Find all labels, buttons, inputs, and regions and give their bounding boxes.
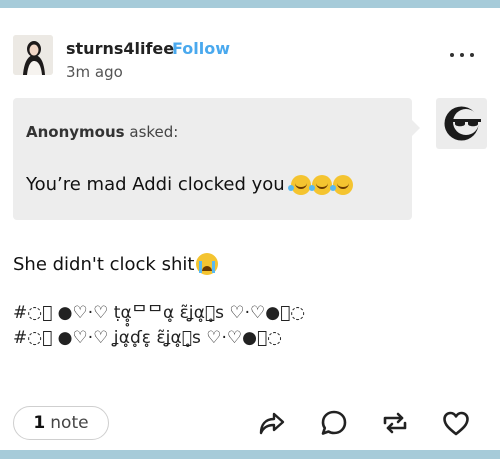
notes-label: note	[50, 413, 89, 433]
avatar[interactable]	[13, 35, 53, 75]
ask-box: Anonymous asked: You’re mad Addi clocked…	[13, 98, 420, 220]
rofl-emoji-icon	[308, 174, 332, 195]
reblog-icon[interactable]	[380, 408, 410, 438]
follow-button[interactable]: Follow	[172, 39, 230, 58]
reply-text: She didn't clock shit	[13, 253, 195, 275]
rofl-emoji-icon	[329, 174, 353, 195]
asker-name[interactable]: Anonymous	[26, 123, 125, 141]
post-reply: She didn't clock shit	[13, 253, 219, 275]
heart-icon[interactable]	[441, 408, 471, 438]
notes-button[interactable]: 1 note	[13, 406, 109, 440]
laughing-emoji-group	[287, 174, 353, 195]
ask-question: You’re mad Addi clocked you	[26, 174, 353, 195]
asked-label: asked:	[129, 123, 179, 141]
more-options-icon[interactable]	[450, 48, 474, 62]
post-username[interactable]: sturns4lifee	[66, 39, 174, 58]
asker-line: Anonymous asked:	[26, 123, 178, 141]
notes-count: 1	[33, 413, 46, 433]
tag-1[interactable]: #◌⃝ ●♡·♡ ṭα̥̥ᄆᄆα̥ ɛ̃ʝα̥ℊ̥ѕ ♡·♡●⃝◌	[13, 298, 305, 323]
post-timestamp: 3m ago	[66, 63, 123, 81]
reply-icon[interactable]	[319, 408, 349, 438]
question-text: You’re mad Addi clocked you	[26, 174, 285, 195]
share-icon[interactable]	[257, 408, 287, 438]
post-card: sturns4lifee Follow 3m ago Anonymous ask…	[0, 8, 500, 450]
rofl-emoji-icon	[287, 174, 311, 195]
anonymous-avatar-icon	[436, 98, 487, 149]
crying-emoji-icon	[196, 253, 219, 275]
tag-2[interactable]: #◌⃝ ●♡·♡ ʝα̥ɗ̥ɛ̥ ɛ̃ʝα̥ℊ̥ѕ ♡·♡●⃝◌	[13, 328, 282, 348]
